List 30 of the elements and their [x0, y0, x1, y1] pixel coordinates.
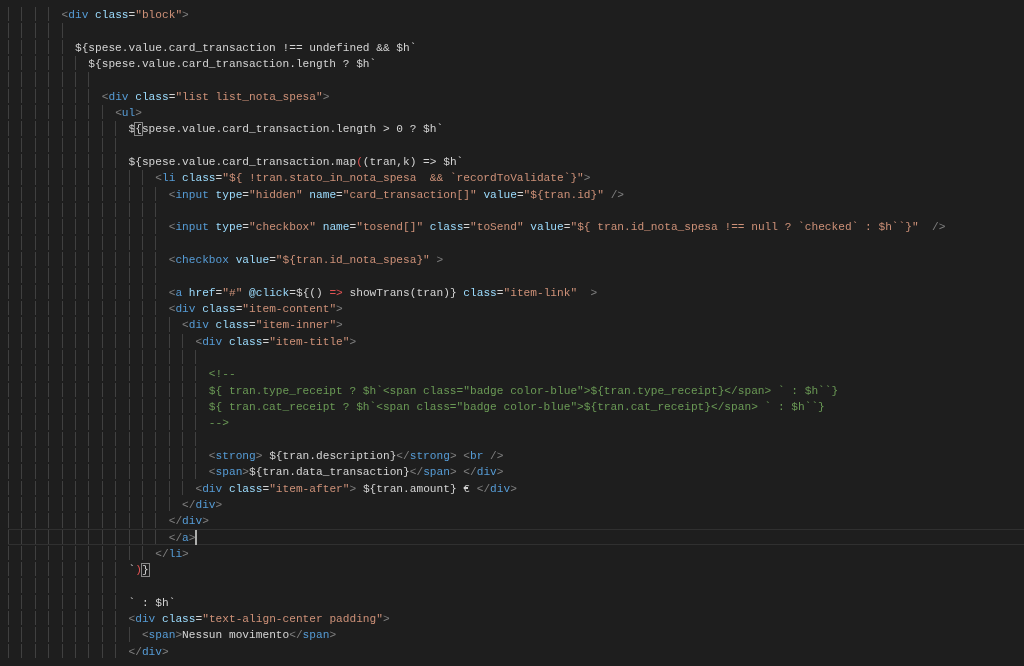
code-line: </div>	[128, 644, 169, 659]
code-line: <div class="item-title">	[195, 334, 357, 348]
code-line: <input type="checkbox" name="tosend[]" class="toSend" value="${ tran.id_nota_spesa !== null ? `checked` : $h``}" />	[168, 220, 946, 234]
code-line: ` : $h`	[128, 595, 176, 610]
code-line: -->	[208, 416, 229, 430]
code-line: ${ tran.cat_receipt ? $h`<span class="badge color-blue">${tran.cat_receipt}</span> ` : $h``}	[208, 399, 825, 414]
code-line: <div class="item-content">	[168, 301, 343, 316]
code-line: <span>Nessun movimento</span>	[141, 628, 337, 642]
code-line: ${ tran.type_receipt ? $h`<span class="badge color-blue">${tran.type_receipt}</span> ` : $h``}	[208, 383, 839, 397]
code-line: ${spese.value.card_transaction !== undefined && $h`	[74, 40, 417, 54]
code-line: <input type="hidden" name="card_transaction[]" value="${tran.id}" />	[168, 187, 625, 201]
code-line: ${spese.value.card_transaction.map((tran,k) => $h`	[128, 154, 464, 169]
code-line: <div class="item-inner">	[182, 318, 343, 332]
code-line: </a>	[168, 530, 196, 544]
code-line: <span>${tran.data_transaction}</span> </div>	[208, 465, 504, 479]
code-line: `)}	[128, 563, 149, 577]
code-line: <checkbox value="${tran.id_nota_spesa}" >	[168, 252, 444, 267]
code-line: <strong> ${tran.description}</strong> <br />	[208, 448, 504, 463]
code-line: <a href="#" @click=${() => showTrans(tran)} class="item-link" >	[168, 285, 598, 299]
code-line: <div class="text-align-center padding">	[128, 612, 390, 626]
code-line: ${spese.value.card_transaction.length ? $h`	[88, 57, 377, 71]
code-line: </div>	[182, 497, 223, 512]
code-line: <div class="item-after"> ${tran.amount} € </div>	[195, 481, 517, 495]
code-line: <li class="${ !tran.stato_in_nota_spesa && `recordToValidate`}">	[155, 171, 591, 185]
code-line: <ul>	[115, 105, 142, 120]
code-line: <!--	[208, 367, 236, 381]
code-line: <div class="block">	[61, 8, 189, 22]
code-line: </li>	[155, 546, 189, 561]
code-line: </div>	[168, 514, 209, 528]
code-line: <div class="list list_nota_spesa">	[101, 89, 330, 103]
